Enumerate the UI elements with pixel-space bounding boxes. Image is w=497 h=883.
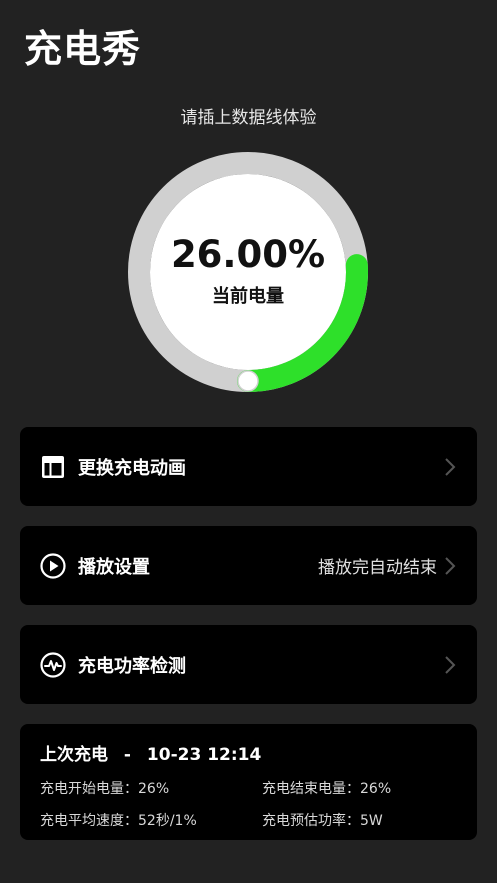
last-charge-card: 上次充电 - 10-23 12:14 充电开始电量：26% 充电结束电量：26%…: [20, 724, 477, 840]
menu-playback-settings[interactable]: 播放设置 播放完自动结束: [20, 526, 477, 605]
chevron-right-icon: [445, 556, 456, 575]
layout-icon: [40, 454, 66, 480]
app-title: 充电秀: [24, 27, 142, 71]
last-charge-datetime: 10-23 12:14: [146, 745, 262, 765]
start-level: 充电开始电量：26%: [40, 781, 170, 797]
menu-label: 播放设置: [78, 556, 150, 578]
end-level: 充电结束电量：26%: [262, 781, 392, 797]
estimated-power: 充电预估功率：5W: [262, 813, 383, 829]
last-charge-separator: -: [123, 745, 131, 765]
battery-gauge: 26.00% 当前电量: [128, 152, 368, 392]
battery-percent: 26.00%: [170, 232, 326, 276]
last-charge-title: 上次充电 - 10-23 12:14: [40, 740, 457, 765]
menu-power-detection[interactable]: 充电功率检测: [20, 625, 477, 704]
battery-label: 当前电量: [212, 285, 284, 307]
menu-label: 充电功率检测: [78, 655, 186, 677]
chevron-right-icon: [445, 655, 456, 674]
gauge-text: 26.00% 当前电量: [128, 152, 368, 392]
last-charge-stats: 充电开始电量：26% 充电结束电量：26% 充电平均速度：52秒/1% 充电预估…: [40, 778, 457, 830]
chevron-right-icon: [445, 457, 456, 476]
pulse-icon: [40, 651, 66, 678]
menu-change-animation[interactable]: 更换充电动画: [20, 427, 477, 506]
menu-label: 更换充电动画: [78, 457, 186, 479]
playback-mode-value: 播放完自动结束: [318, 558, 437, 578]
last-charge-prefix: 上次充电: [40, 745, 108, 765]
average-speed: 充电平均速度：52秒/1%: [40, 813, 197, 829]
plug-hint: 请插上数据线体验: [180, 108, 317, 128]
play-circle-icon: [40, 552, 66, 579]
